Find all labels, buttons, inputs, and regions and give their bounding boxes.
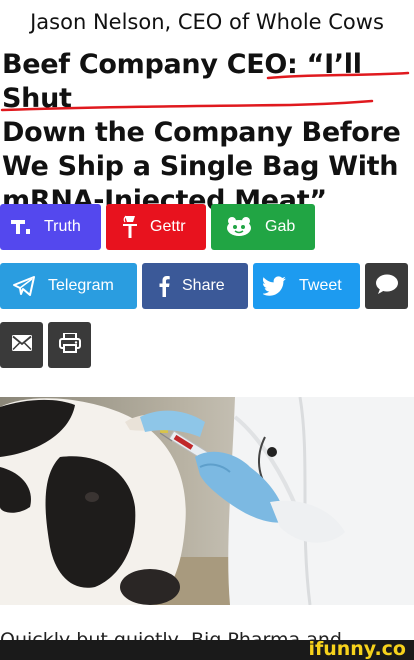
image-caption: Jason Nelson, CEO of Whole Cows [30,10,384,34]
facebook-share-button[interactable]: Share [142,263,248,309]
truth-share-button[interactable]: Truth [0,204,101,250]
print-button[interactable] [48,322,91,368]
telegram-share-button[interactable]: Telegram [0,263,137,309]
telegram-label: Telegram [48,277,114,294]
gettr-label: Gettr [150,218,186,235]
headline-line-2: Down the Company Before [2,117,401,148]
gab-icon [225,216,253,238]
share-label: Share [182,277,225,294]
article-photo [0,397,414,605]
article-headline[interactable]: Beef Company CEO: “I’ll Shut Down the Co… [2,48,412,218]
gab-share-button[interactable]: Gab [211,204,315,250]
sms-icon [375,273,399,300]
ifunny-watermark: ifunny.co [308,638,406,660]
gab-label: Gab [265,218,296,235]
twitter-share-button[interactable]: Tweet [253,263,360,309]
twitter-icon [263,276,287,296]
telegram-icon [12,275,36,297]
gettr-icon [122,214,138,240]
gettr-share-button[interactable]: Gettr [106,204,206,250]
email-icon [11,334,32,356]
tweet-label: Tweet [299,277,342,294]
facebook-icon [158,275,170,297]
headline-line-1: Beef Company CEO: “I’ll Shut [2,49,362,114]
truth-label: Truth [44,218,81,235]
headline-line-3: We Ship a Single Bag With [2,151,399,182]
truth-icon [10,216,32,238]
print-icon [58,331,81,358]
email-share-button[interactable] [0,322,43,368]
sms-share-button[interactable] [365,263,408,309]
